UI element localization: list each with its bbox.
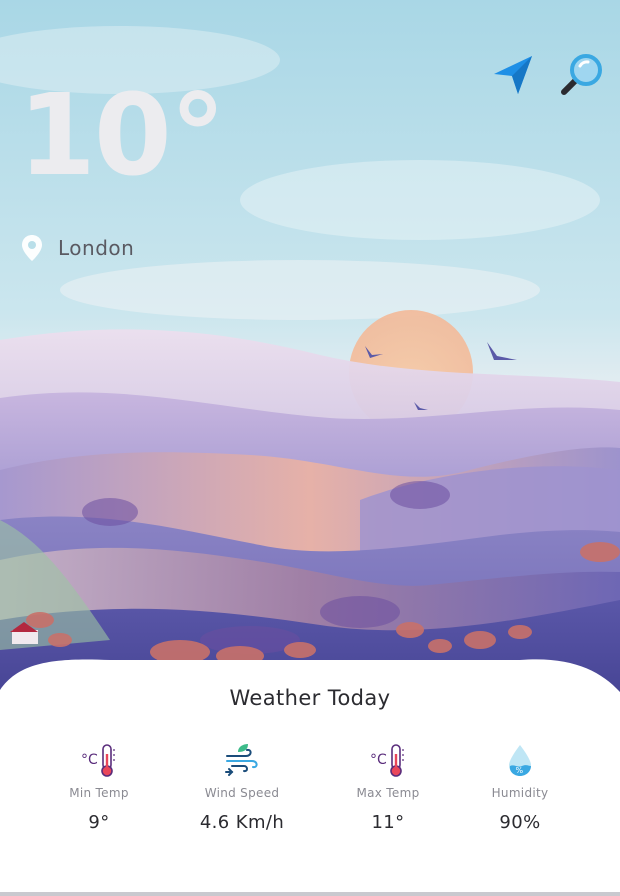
stat-value: 11° xyxy=(371,812,405,833)
stat-humidity: % Humidity 90% xyxy=(460,742,580,833)
stat-label: Wind Speed xyxy=(204,786,280,800)
thermometer-icon: °C xyxy=(370,744,404,777)
stat-label: Max Temp xyxy=(356,786,420,800)
stat-label: Min Temp xyxy=(69,786,129,800)
humidity-drop-icon: % xyxy=(509,745,531,776)
stat-value: 9° xyxy=(88,812,110,833)
stat-min-temp: °C Min Temp 9° xyxy=(39,742,159,833)
svg-text:°C: °C xyxy=(370,752,387,768)
weather-today-title: Weather Today xyxy=(229,686,391,710)
stat-value: 4.6 Km/h xyxy=(199,812,285,833)
wind-icon xyxy=(225,744,258,776)
svg-text:%: % xyxy=(516,766,524,775)
stat-max-temp: °C Max Temp 11° xyxy=(328,742,448,833)
weather-app: 10° London Weather Today °C Min Temp 9° … xyxy=(0,0,620,896)
stat-wind-speed: Wind Speed 4.6 Km/h xyxy=(182,742,302,833)
stat-label: Humidity xyxy=(491,786,549,800)
svg-text:°C: °C xyxy=(81,752,98,768)
weather-stats: °C Min Temp 9° Wind Speed 4.6 Km/h °C Ma… xyxy=(0,742,620,842)
stat-value: 90% xyxy=(499,812,541,833)
thermometer-icon: °C xyxy=(81,744,115,777)
